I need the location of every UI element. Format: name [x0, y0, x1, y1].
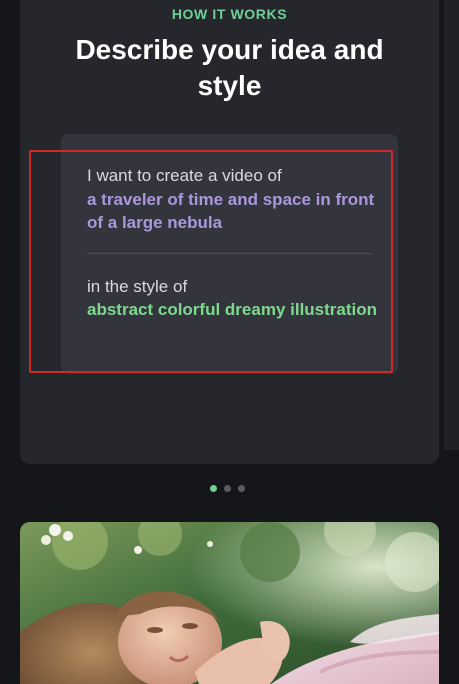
carousel-dot-1[interactable] — [210, 485, 217, 492]
carousel-dot-2[interactable] — [224, 485, 231, 492]
section-eyebrow: HOW IT WORKS — [171, 6, 288, 22]
prompt-divider — [87, 253, 372, 254]
prompt-idea-text: a traveler of time and space in front of… — [87, 190, 375, 232]
app-screen: HOW IT WORKS Describe your idea and styl… — [0, 0, 459, 684]
painted-portrait-image — [20, 522, 439, 684]
next-card-edge — [444, 0, 459, 450]
prompt-style-intro-text: in the style of — [87, 277, 188, 296]
example-image-card[interactable] — [20, 522, 439, 684]
carousel-dot-3[interactable] — [238, 485, 245, 492]
section-title: Describe your idea and style — [75, 34, 384, 101]
carousel-pagination[interactable] — [210, 485, 245, 493]
prompt-style-text: abstract colorful dreamy illustration — [87, 300, 378, 319]
prompt-intro-text: I want to create a video of — [87, 166, 282, 185]
